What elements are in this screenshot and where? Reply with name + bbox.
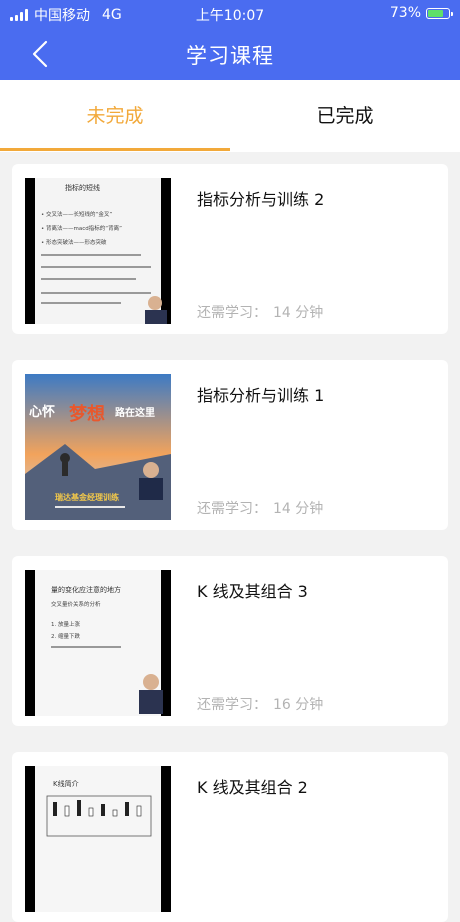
- thumb-text: 交叉量价关系的分析: [51, 600, 101, 608]
- status-bar: 中国移动 4G 上午10:07 73%: [0, 0, 460, 28]
- page-title: 学习课程: [186, 44, 274, 68]
- thumb-text: 2. 缩量下跌: [51, 632, 80, 640]
- remaining-time: 还需学习： 14 分钟: [197, 498, 323, 518]
- course-title: 指标分析与训练 1: [197, 386, 325, 405]
- course-card[interactable]: 量的变化应注意的地方 交叉量价关系的分析 1. 放量上涨 2. 缩量下跌 K 线…: [12, 556, 448, 726]
- battery-percent: 73%: [389, 5, 421, 21]
- remaining-value: 14 分钟: [273, 501, 324, 517]
- thumb-text: 量的变化应注意的地方: [51, 585, 121, 594]
- course-thumbnail: 量的变化应注意的地方 交叉量价关系的分析 1. 放量上涨 2. 缩量下跌: [25, 570, 171, 716]
- battery-icon: [426, 7, 453, 19]
- remaining-value: 14 分钟: [273, 305, 324, 321]
- thumb-text: 指标的短线: [65, 183, 100, 192]
- thumb-text: • 背离法——macd指标的“背离”: [41, 224, 122, 232]
- thumb-text: • 交叉法——长短线的“金叉”: [41, 210, 112, 218]
- course-thumbnail: K线简介: [25, 766, 171, 912]
- remaining-time: 还需学习： 14 分钟: [197, 302, 323, 322]
- tab-bar: 未完成 已完成: [0, 80, 460, 152]
- course-thumbnail: 指标的短线 • 交叉法——长短线的“金叉” • 背离法——macd指标的“背离”…: [25, 178, 171, 324]
- thumb-text: 瑞达基金经理训练: [55, 492, 119, 502]
- remaining-label: 还需学习：: [197, 501, 267, 517]
- tab-incomplete[interactable]: 未完成: [0, 80, 230, 152]
- nav-bar: 学习课程: [0, 28, 460, 80]
- course-card[interactable]: K线简介 K 线及其组合 2: [12, 752, 448, 922]
- tab-indicator: [0, 148, 230, 151]
- remaining-time: 还需学习： 16 分钟: [197, 694, 323, 714]
- thumb-text: 心怀: [29, 404, 55, 420]
- course-title: K 线及其组合 2: [197, 778, 308, 797]
- course-thumbnail: 心怀 梦想 路在这里 瑞达基金经理训练: [25, 374, 171, 520]
- thumb-text: 路在这里: [115, 406, 155, 419]
- remaining-value: 16 分钟: [273, 697, 324, 713]
- course-title: 指标分析与训练 2: [197, 190, 325, 209]
- thumb-text: K线简介: [53, 779, 79, 788]
- course-card[interactable]: 心怀 梦想 路在这里 瑞达基金经理训练 指标分析与训练 1 还需学习： 14 分钟: [12, 360, 448, 530]
- remaining-label: 还需学习：: [197, 697, 267, 713]
- remaining-label: 还需学习：: [197, 305, 267, 321]
- thumb-text: 1. 放量上涨: [51, 620, 80, 628]
- course-title: K 线及其组合 3: [197, 582, 308, 601]
- tab-completed[interactable]: 已完成: [230, 80, 460, 152]
- course-card[interactable]: 指标的短线 • 交叉法——长短线的“金叉” • 背离法——macd指标的“背离”…: [12, 164, 448, 334]
- thumb-text: 梦想: [69, 403, 105, 425]
- thumb-text: • 形态突破法——形态突破: [41, 238, 107, 246]
